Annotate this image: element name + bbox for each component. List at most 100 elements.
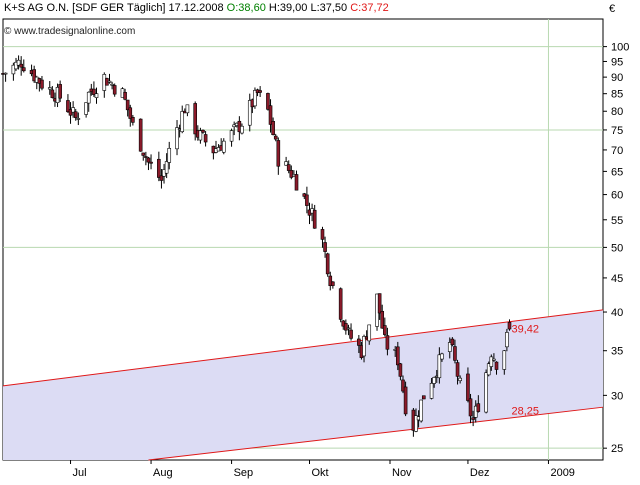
candle-body bbox=[185, 104, 190, 114]
candle-body bbox=[367, 324, 372, 342]
candle-body bbox=[167, 148, 172, 163]
candle-body bbox=[419, 399, 423, 422]
candle-body bbox=[144, 156, 148, 158]
x-tick-label: Aug bbox=[153, 467, 173, 479]
candle-body bbox=[484, 372, 488, 413]
candle-body bbox=[440, 353, 444, 360]
y-tick-label: 95 bbox=[611, 56, 623, 68]
candle-body bbox=[164, 161, 169, 174]
candle-body bbox=[492, 358, 496, 361]
candle-body bbox=[505, 332, 509, 348]
candle-body bbox=[421, 395, 426, 400]
candle-body bbox=[47, 87, 52, 90]
candle-body bbox=[123, 91, 127, 100]
candle-body bbox=[112, 85, 117, 95]
y-tick-label: 55 bbox=[611, 215, 623, 227]
y-tick-label: 25 bbox=[611, 443, 623, 455]
channel-lower-label: 28,25 bbox=[511, 405, 539, 417]
candle-body bbox=[305, 194, 309, 206]
candle-body bbox=[323, 242, 327, 252]
candle-body bbox=[396, 346, 400, 366]
close-value: C:37,72 bbox=[350, 2, 389, 14]
candle-body bbox=[450, 338, 455, 346]
candle-body bbox=[377, 293, 382, 314]
candle-body bbox=[229, 130, 234, 142]
candle-body bbox=[489, 356, 494, 367]
candle-body bbox=[289, 170, 294, 178]
y-tick-label: 100 bbox=[611, 42, 629, 54]
candle-body bbox=[86, 91, 91, 104]
candle-body bbox=[110, 83, 114, 86]
y-tick-label: 40 bbox=[611, 307, 623, 319]
candle-body bbox=[312, 209, 317, 229]
x-axis: Jul Aug Sep Okt Nov Dez 2009 bbox=[70, 460, 575, 479]
candle-body bbox=[94, 93, 99, 98]
candle-body bbox=[429, 382, 434, 399]
candle-body bbox=[141, 152, 146, 156]
y-tick-label: 50 bbox=[611, 242, 623, 254]
candle-body bbox=[50, 89, 55, 98]
candle-body bbox=[58, 84, 62, 99]
candle-body bbox=[193, 103, 198, 135]
x-tick-label: Jul bbox=[73, 467, 87, 479]
candle-body bbox=[131, 116, 135, 123]
candle-body bbox=[398, 363, 403, 377]
candle-body bbox=[84, 102, 88, 115]
y-tick-label: 90 bbox=[611, 72, 623, 84]
y-tick-label: 45 bbox=[611, 273, 623, 285]
candle-body bbox=[76, 118, 81, 120]
candle-body bbox=[403, 386, 408, 415]
candle-body bbox=[203, 134, 208, 143]
x-tick-label: Dez bbox=[470, 467, 490, 479]
y-tick-label: 75 bbox=[611, 125, 623, 137]
candle-body bbox=[494, 361, 499, 370]
instrument-title: K+S AG O.N. [SDF GER Täglich] 17.12.2008… bbox=[4, 2, 389, 14]
candle-body bbox=[271, 121, 275, 136]
candle-body bbox=[331, 281, 335, 286]
candle-body bbox=[221, 140, 226, 153]
y-tick-label: 35 bbox=[611, 346, 623, 358]
y-tick-label: 70 bbox=[611, 145, 623, 157]
y-axis: 25 30 35 40 45 50 55 60 65 70 75 80 85 90 95 100 bbox=[603, 42, 629, 455]
high-value: H:39,00 bbox=[268, 2, 308, 14]
candle-body bbox=[455, 362, 460, 377]
candle-body bbox=[73, 111, 78, 118]
watermark-text: © www.tradesignalonline.com bbox=[4, 26, 136, 37]
candle-body bbox=[471, 417, 475, 420]
candle-body bbox=[432, 377, 436, 384]
candle-body bbox=[21, 67, 26, 72]
candle-body bbox=[476, 403, 481, 412]
candle-body bbox=[19, 63, 23, 68]
candle-body bbox=[349, 329, 353, 339]
candle-body bbox=[466, 373, 470, 401]
candle-body bbox=[357, 338, 361, 346]
x-tick-label: Sep bbox=[234, 467, 254, 479]
candle-body bbox=[273, 135, 278, 140]
x-tick-label: Okt bbox=[311, 467, 328, 479]
candle-body bbox=[338, 288, 343, 320]
y-tick-label: 85 bbox=[611, 89, 623, 101]
currency-label: € bbox=[609, 3, 616, 15]
candle-body bbox=[453, 346, 457, 361]
candle-body bbox=[258, 90, 262, 93]
channel-upper-label: 39,42 bbox=[511, 323, 539, 335]
candle-body bbox=[240, 125, 244, 134]
y-tick-label: 65 bbox=[611, 166, 623, 178]
candle-body bbox=[107, 80, 112, 83]
candle-body bbox=[458, 377, 462, 382]
y-tick-label: 80 bbox=[611, 106, 623, 118]
y-tick-label: 30 bbox=[611, 390, 623, 402]
candle-body bbox=[507, 322, 512, 330]
candle-body bbox=[175, 127, 179, 150]
chart-window: 39,42 28,25 25 30 35 40 45 50 55 60 65 70 75 80 85 90 9… bbox=[0, 0, 640, 480]
candle-body bbox=[180, 111, 185, 133]
candlestick-chart: 39,42 28,25 25 30 35 40 45 50 55 60 65 70 75 80 85 90 9… bbox=[1, 18, 629, 479]
candle-body bbox=[383, 325, 387, 335]
candle-body bbox=[3, 72, 8, 75]
candle-body bbox=[346, 327, 351, 330]
symbol-label: K+S AG O.N. [SDF GER Täglich] 17.12.2008 bbox=[4, 2, 224, 14]
candle-body bbox=[320, 229, 325, 240]
candle-body bbox=[146, 157, 151, 163]
candle-body bbox=[40, 79, 44, 89]
candle-body bbox=[468, 398, 473, 417]
